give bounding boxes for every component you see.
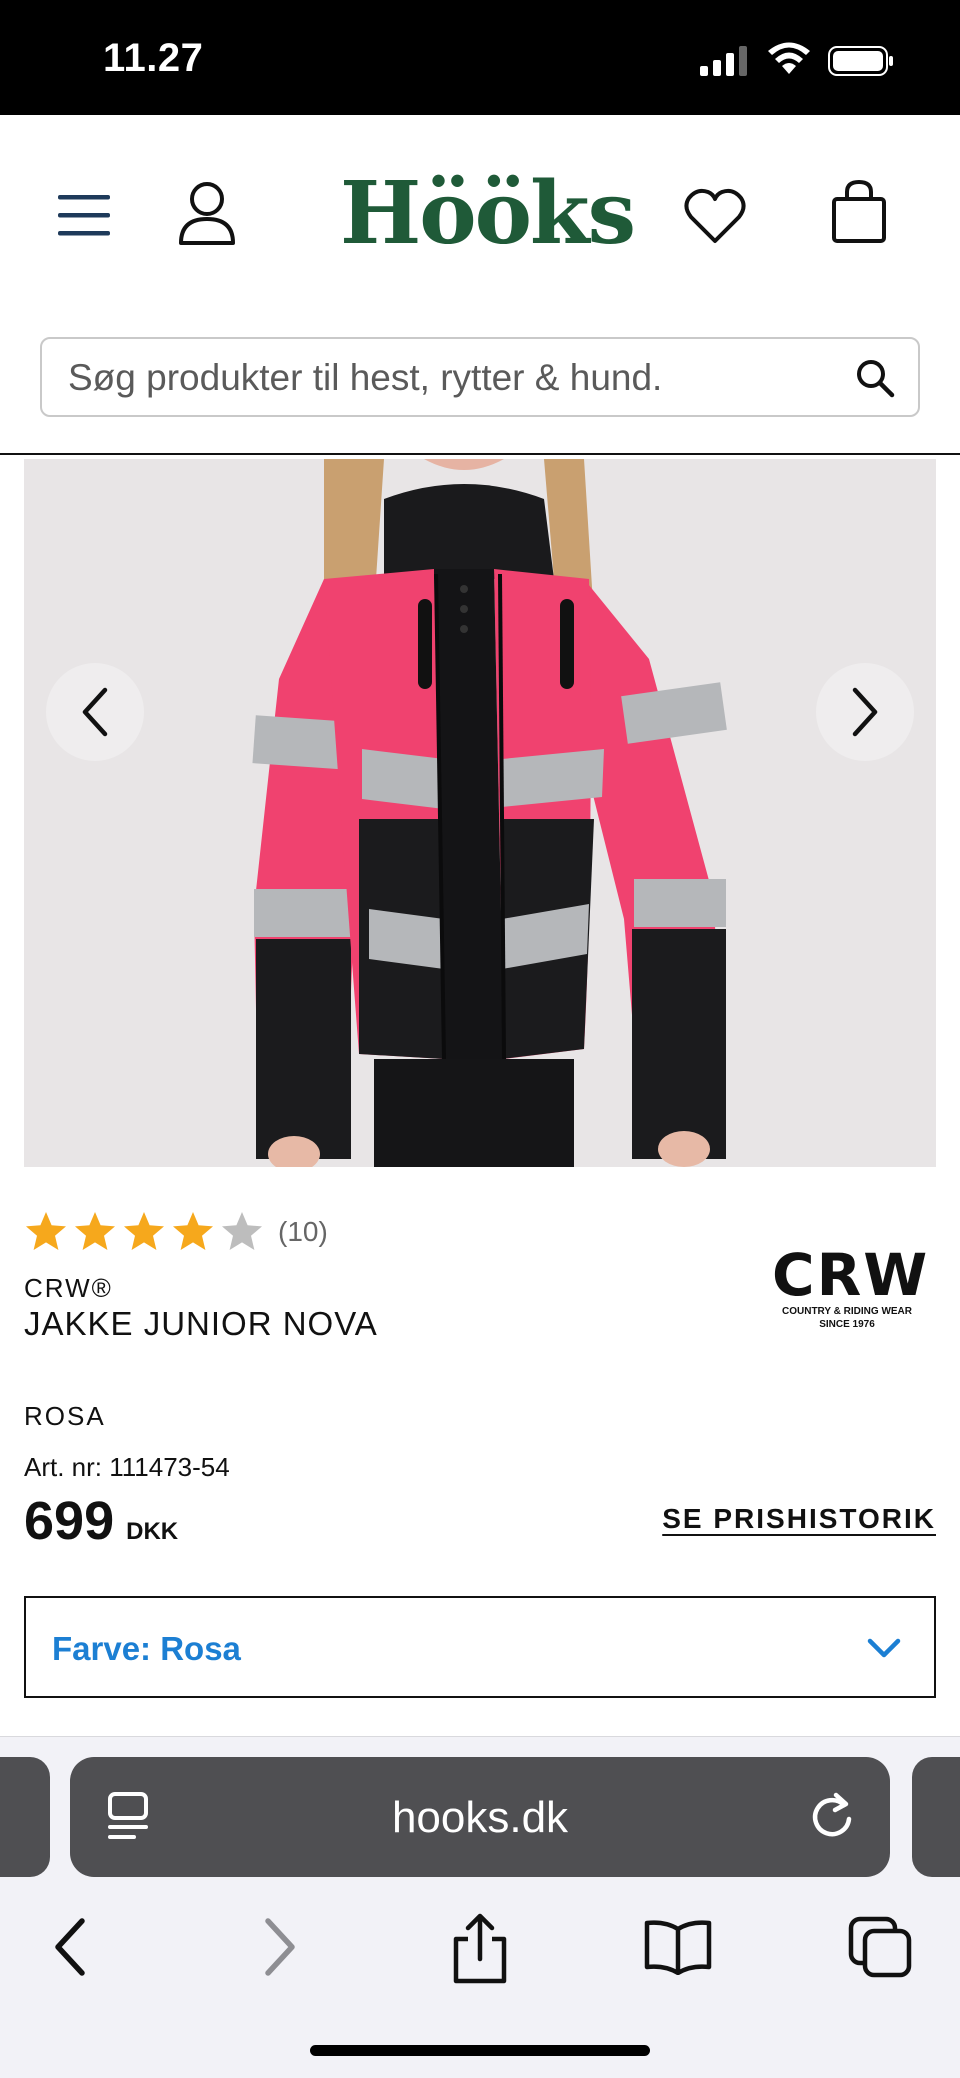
price-currency: DKK <box>126 1518 179 1545</box>
gallery-prev-button[interactable] <box>46 663 144 761</box>
status-time: 11.27 <box>103 36 204 80</box>
product-rating[interactable]: (10) <box>24 1210 328 1254</box>
gallery-next-button[interactable] <box>816 663 914 761</box>
account-icon[interactable] <box>172 179 242 249</box>
bag-icon[interactable] <box>824 175 894 249</box>
color-select[interactable]: Farve: Rosa <box>24 1596 936 1698</box>
cellular-signal-icon <box>700 46 747 76</box>
product-art-nr: Art. nr: 111473-54 <box>24 1452 230 1482</box>
product-brand[interactable]: CRW® <box>24 1273 113 1304</box>
star-icon <box>26 1212 66 1250</box>
site-header: Hööks <box>0 115 960 455</box>
url-text[interactable]: hooks.dk <box>70 1793 890 1843</box>
previous-tab-preview[interactable] <box>0 1757 50 1877</box>
bookmarks-icon <box>644 1920 712 1975</box>
star-icon <box>75 1212 115 1250</box>
tabs-icon <box>848 1916 912 1978</box>
address-bar[interactable]: hooks.dk <box>70 1757 890 1877</box>
search-input[interactable] <box>68 353 848 403</box>
reload-icon[interactable] <box>808 1789 856 1841</box>
battery-icon <box>828 46 893 76</box>
bookmarks-button[interactable] <box>640 1907 716 1987</box>
back-icon <box>55 1918 85 1976</box>
chevron-left-icon <box>82 687 108 737</box>
color-select-label: Farve: Rosa <box>52 1630 241 1667</box>
site-logo[interactable]: Hööks <box>340 163 636 273</box>
rating-count[interactable]: (10) <box>278 1216 328 1248</box>
share-button[interactable] <box>440 1907 520 1991</box>
star-rating <box>26 1212 262 1250</box>
product-title: JAKKE JUNIOR NOVA <box>24 1305 378 1342</box>
product-image-gallery[interactable] <box>24 459 936 1167</box>
chevron-down-icon <box>867 1638 901 1658</box>
back-button[interactable] <box>40 1907 100 1987</box>
share-icon <box>453 1913 507 1984</box>
heart-icon[interactable] <box>680 183 750 249</box>
search-bar[interactable] <box>40 337 920 417</box>
next-tab-preview[interactable] <box>912 1757 960 1877</box>
home-indicator <box>310 2045 650 2056</box>
product-color-name: ROSA <box>24 1401 106 1431</box>
forward-icon <box>265 1918 295 1976</box>
search-icon[interactable] <box>854 357 896 399</box>
status-bar: 11.27 <box>0 0 960 115</box>
product-price: 699 DKK <box>24 1490 178 1552</box>
brand-logo-line2: SINCE 1976 <box>819 1319 875 1330</box>
chevron-right-icon <box>852 687 878 737</box>
brand-logo[interactable]: CRW COUNTRY & RIDING WEAR SINCE 1976 <box>772 1241 930 1340</box>
menu-icon[interactable] <box>52 183 116 247</box>
price-value: 699 <box>24 1491 115 1551</box>
price-history-link[interactable]: SE PRISHISTORIK <box>662 1503 936 1535</box>
brand-logo-mark: CRW <box>772 1241 930 1309</box>
wifi-icon <box>768 42 810 74</box>
forward-button[interactable] <box>250 1907 310 1987</box>
tabs-button[interactable] <box>842 1907 918 1987</box>
star-icon <box>124 1212 164 1250</box>
star-empty-icon <box>222 1212 262 1250</box>
product-image <box>24 459 936 1167</box>
star-icon <box>173 1212 213 1250</box>
browser-bottom-bar: hooks.dk <box>0 1736 960 2078</box>
brand-logo-line1: COUNTRY & RIDING WEAR <box>782 1306 912 1317</box>
